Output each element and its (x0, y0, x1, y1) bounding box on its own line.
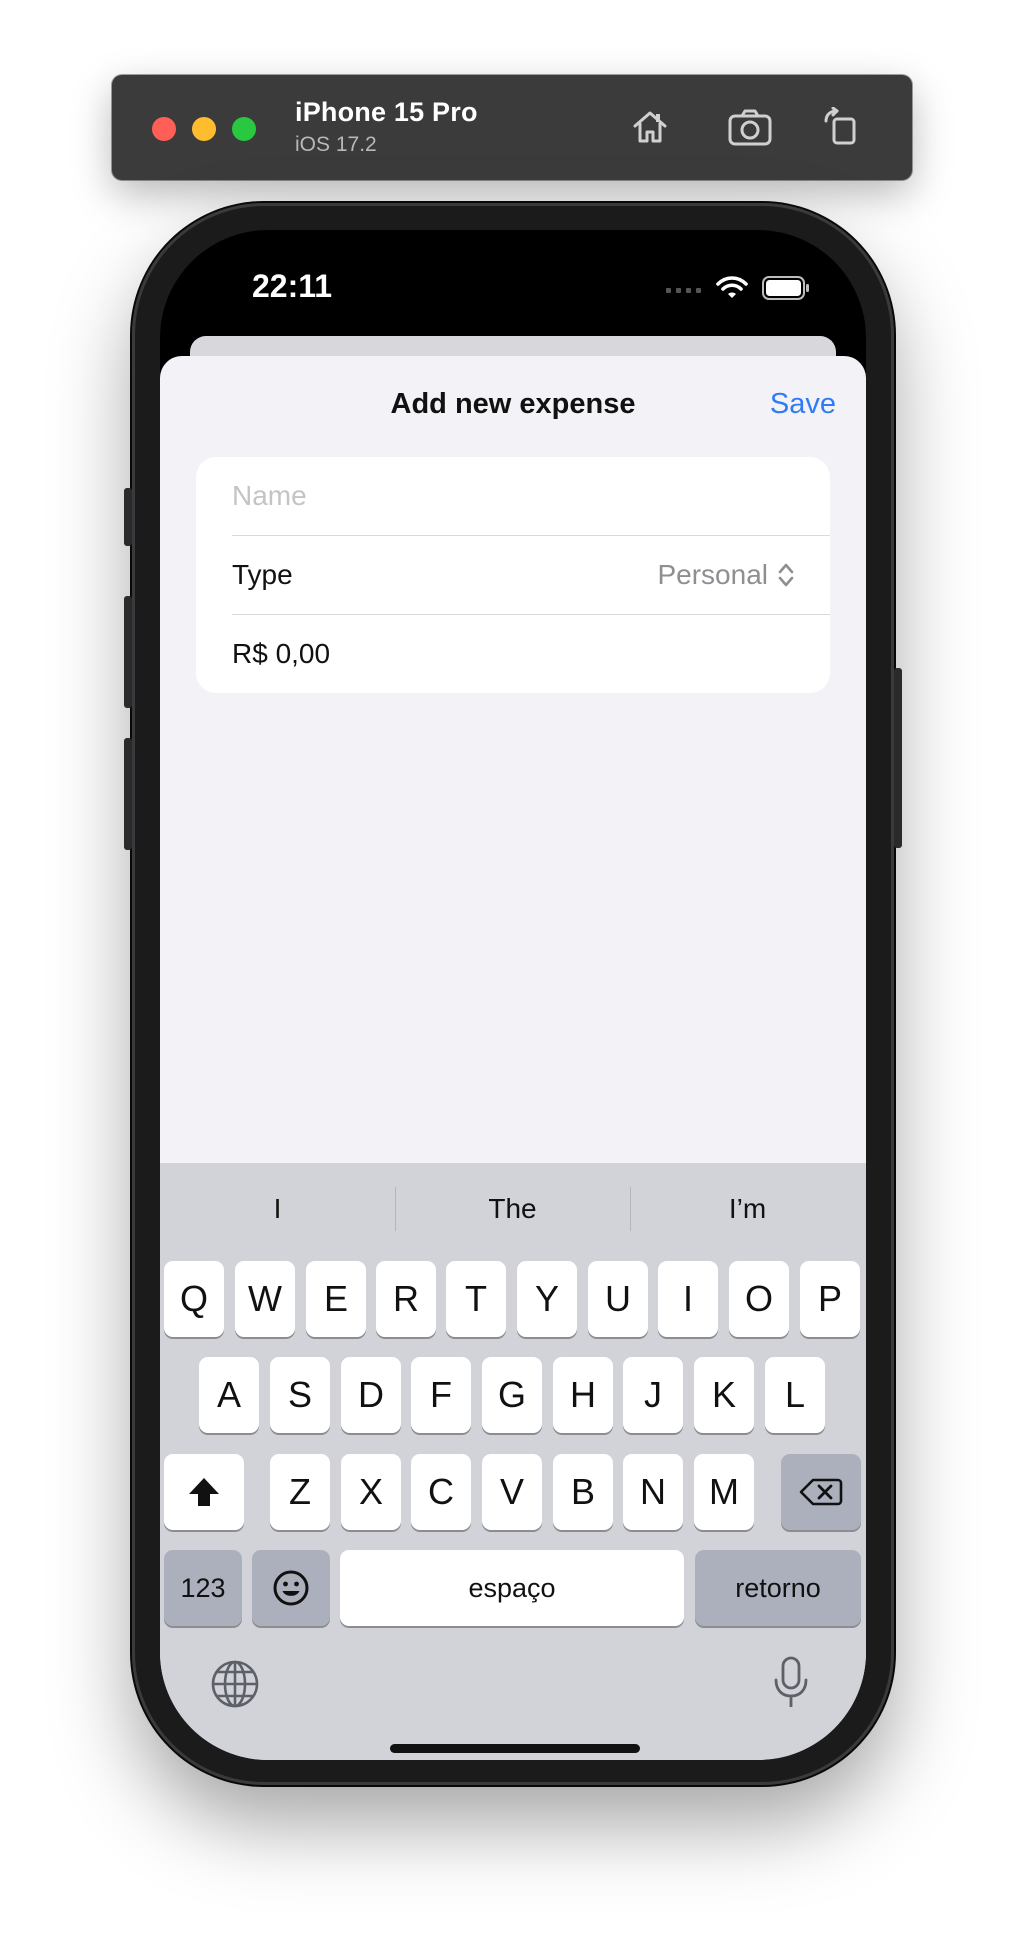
key-j[interactable]: J (623, 1357, 683, 1433)
key-t[interactable]: T (446, 1261, 506, 1337)
key-b[interactable]: B (553, 1454, 613, 1530)
globe-button[interactable] (210, 1659, 260, 1714)
minimize-window-button[interactable] (192, 117, 216, 141)
dictation-button[interactable] (772, 1655, 810, 1716)
device-name: iPhone 15 Pro (295, 97, 478, 127)
key-l[interactable]: L (765, 1357, 825, 1433)
os-version: iOS 17.2 (295, 133, 377, 156)
suggestion-divider (630, 1187, 631, 1231)
key-c[interactable]: C (411, 1454, 471, 1530)
sheet-title: Add new expense (390, 388, 636, 420)
numbers-key[interactable]: 123 (164, 1550, 242, 1626)
type-row[interactable]: Type Personal (232, 536, 830, 614)
screenshot-button[interactable] (726, 103, 774, 151)
key-d[interactable]: D (341, 1357, 401, 1433)
key-a[interactable]: A (199, 1357, 259, 1433)
simulator-titlebar: iPhone 15 Pro iOS 17.2 (112, 75, 912, 180)
space-key[interactable]: espaço (340, 1550, 684, 1626)
key-h[interactable]: H (553, 1357, 613, 1433)
home-button[interactable] (626, 103, 674, 151)
volume-down-button (124, 738, 132, 850)
key-y[interactable]: Y (517, 1261, 577, 1337)
action-button (124, 488, 132, 546)
wifi-icon (716, 276, 748, 298)
rotate-button[interactable] (818, 103, 866, 151)
name-row (232, 457, 830, 535)
keyboard: I The I’m Q W E R T Y U I O P A S D F G … (160, 1163, 866, 1760)
save-button[interactable]: Save (770, 388, 836, 421)
emoji-key[interactable] (252, 1550, 330, 1626)
battery-icon (762, 276, 809, 300)
key-e[interactable]: E (306, 1261, 366, 1337)
status-time: 22:11 (252, 268, 333, 304)
key-n[interactable]: N (623, 1454, 683, 1530)
microphone-icon (774, 1656, 808, 1707)
type-picker[interactable]: Personal (657, 536, 794, 614)
key-u[interactable]: U (588, 1261, 648, 1337)
key-o[interactable]: O (729, 1261, 789, 1337)
globe-icon (211, 1660, 259, 1708)
type-value: Personal (657, 559, 768, 590)
key-k[interactable]: K (694, 1357, 754, 1433)
backspace-key[interactable] (781, 1454, 861, 1530)
type-label: Type (232, 559, 293, 590)
key-q[interactable]: Q (164, 1261, 224, 1337)
key-w[interactable]: W (235, 1261, 295, 1337)
key-m[interactable]: M (694, 1454, 754, 1530)
device-screen: 22:11 Add new expense Save Name Type Per… (160, 230, 866, 1760)
suggestion-item[interactable]: I (160, 1163, 395, 1255)
key-v[interactable]: V (482, 1454, 542, 1530)
backspace-icon (799, 1478, 843, 1506)
amount-field[interactable]: R$ 0,00 (232, 638, 330, 670)
amount-row[interactable]: R$ 0,00 (232, 615, 830, 693)
expense-form: Type Personal R$ 0,00 (196, 457, 830, 693)
status-icons (666, 276, 810, 300)
close-window-button[interactable] (152, 117, 176, 141)
suggestion-item[interactable]: The (395, 1163, 630, 1255)
return-key[interactable]: retorno (695, 1550, 861, 1626)
key-z[interactable]: Z (270, 1454, 330, 1530)
volume-up-button (124, 596, 132, 708)
emoji-icon (273, 1570, 309, 1606)
shift-key[interactable] (164, 1454, 244, 1530)
suggestion-item[interactable]: I’m (630, 1163, 865, 1255)
suggestion-bar: I The I’m (160, 1163, 866, 1255)
key-s[interactable]: S (270, 1357, 330, 1433)
key-r[interactable]: R (376, 1261, 436, 1337)
shift-icon (189, 1478, 219, 1506)
key-f[interactable]: F (411, 1357, 471, 1433)
key-i[interactable]: I (658, 1261, 718, 1337)
home-indicator[interactable] (390, 1744, 640, 1753)
key-p[interactable]: P (800, 1261, 860, 1337)
suggestion-divider (395, 1187, 396, 1231)
screenshot-icon (728, 109, 772, 146)
home-icon (633, 111, 667, 143)
zoom-window-button[interactable] (232, 117, 256, 141)
cellular-icon (666, 288, 701, 293)
key-x[interactable]: X (341, 1454, 401, 1530)
key-g[interactable]: G (482, 1357, 542, 1433)
rotate-icon (824, 107, 856, 145)
name-field[interactable] (232, 480, 792, 512)
power-button (894, 668, 902, 848)
chevron-up-down-icon (778, 563, 794, 587)
